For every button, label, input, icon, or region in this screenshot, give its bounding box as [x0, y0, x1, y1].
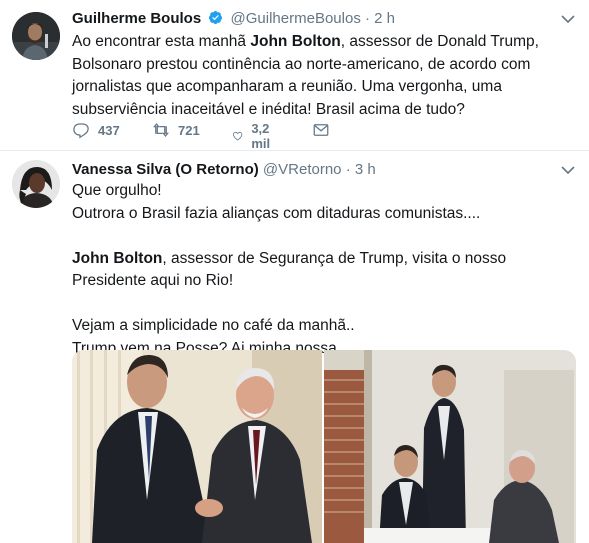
- tweet-header: Vanessa Silva (O Retorno) @VRetorno · 3 …: [72, 160, 376, 180]
- direct-message-button[interactable]: [312, 121, 330, 139]
- tweet-text: Que orgulho! Outrora o Brasil fazia alian…: [72, 180, 572, 360]
- author-handle[interactable]: @VRetorno: [263, 161, 342, 178]
- separator-dot: ·: [365, 10, 370, 27]
- tweet-time[interactable]: 3 h: [355, 161, 376, 178]
- photo-image: [324, 350, 576, 543]
- reply-count: 437: [98, 122, 120, 138]
- like-count: 3,2 mil: [251, 121, 271, 151]
- separator-dot: ·: [345, 161, 351, 178]
- tweet-paragraph: John Bolton, assessor de Segurança de Tr…: [72, 248, 572, 293]
- text-run: Que orgulho!: [72, 182, 162, 199]
- bold-text: John Bolton: [250, 33, 341, 50]
- like-button[interactable]: 3,2 mil: [232, 121, 277, 151]
- tweet-paragraph: Ao encontrar esta manhã John Bolton, ass…: [72, 31, 572, 121]
- reply-button[interactable]: 437: [72, 121, 120, 139]
- avatar[interactable]: [12, 12, 60, 60]
- text-run: Ao encontrar esta manhã: [72, 33, 251, 50]
- envelope-icon: [313, 124, 329, 136]
- avatar-image: [12, 12, 60, 60]
- tweet-paragraph: Que orgulho!: [72, 180, 572, 203]
- tweet[interactable]: Vanessa Silva (O Retorno) @VRetorno · 3 …: [0, 151, 589, 543]
- chevron-down-icon[interactable]: [561, 165, 575, 175]
- tweet-paragraph: Vejam a simplicidade no café da manhã..: [72, 315, 572, 338]
- avatar-image: [12, 160, 60, 208]
- retweet-icon: [153, 122, 169, 138]
- text-run: Vejam a simplicidade no café da manhã..: [72, 317, 355, 334]
- author-name[interactable]: Vanessa Silva (O Retorno): [72, 161, 259, 178]
- verified-badge-icon: [209, 10, 223, 25]
- tweet-paragraph: Outrora o Brasil fazia alianças com dita…: [72, 203, 572, 226]
- text-run: Outrora o Brasil fazia alianças com dita…: [72, 204, 481, 222]
- retweet-count: 721: [178, 122, 200, 138]
- photo-bolsonaro-bolton-handshake[interactable]: [72, 350, 322, 543]
- author-name[interactable]: Guilherme Boulos: [72, 10, 201, 27]
- reply-icon: [73, 123, 89, 139]
- media-grid: [72, 350, 576, 543]
- chevron-down-icon[interactable]: [561, 14, 575, 24]
- heart-icon: [233, 131, 243, 141]
- tweet-header: Guilherme Boulos @GuilhermeBoulos · 2 h: [72, 9, 395, 29]
- retweet-button[interactable]: 721: [152, 121, 200, 139]
- photo-bolsonaro-cafe-da-manha[interactable]: [324, 350, 576, 543]
- tweet-time[interactable]: 2 h: [374, 10, 395, 27]
- bold-text: John Bolton: [72, 249, 163, 267]
- photo-image: [72, 350, 322, 543]
- tweet[interactable]: Guilherme Boulos @GuilhermeBoulos · 2 h …: [0, 0, 589, 151]
- avatar[interactable]: [12, 160, 60, 208]
- tweet-text: Ao encontrar esta manhã John Bolton, ass…: [72, 31, 572, 121]
- author-handle[interactable]: @GuilhermeBoulos: [231, 10, 361, 27]
